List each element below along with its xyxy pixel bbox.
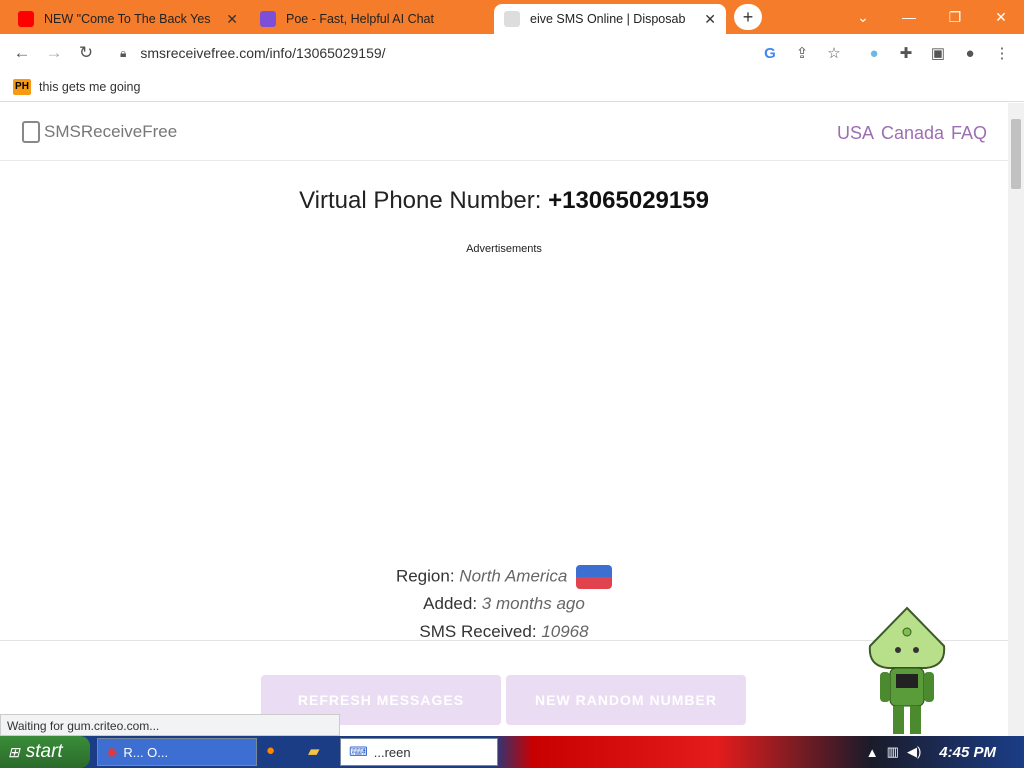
bookmarks-bar: PH this gets me going [0, 72, 1024, 102]
phone-number: +13065029159 [548, 187, 709, 214]
taskbar: ⊞ start ◉ R... O... ● ▰ ⌨ ...reen ▲ ▥ ◀)… [0, 736, 1024, 768]
menu-icon[interactable]: ⋮ [992, 43, 1012, 63]
tab-search-icon[interactable]: ⌄ [840, 0, 886, 34]
phone-logo-icon [22, 121, 40, 143]
url-text[interactable]: smsreceivefree.com/info/13065029159/ [140, 45, 385, 61]
site-logo[interactable]: SMSReceiveFree [22, 121, 177, 143]
added-line: Added: 3 months ago [0, 594, 1008, 614]
tab-title: NEW "Come To The Back Yes [44, 12, 211, 26]
google-icon[interactable]: G [760, 43, 780, 63]
clock[interactable]: 4:45 PM [939, 744, 996, 761]
close-window-button[interactable]: ✕ [978, 0, 1024, 34]
divider [0, 640, 1008, 641]
flag-icon [576, 565, 613, 589]
added-label: Added: [423, 594, 478, 613]
share-icon[interactable]: ⇪ [792, 43, 812, 63]
firefox-icon[interactable]: ● [266, 742, 275, 759]
system-tray: ▲ ▥ ◀) 4:45 PM [854, 736, 1024, 768]
volume-icon[interactable]: ◀) [907, 744, 921, 760]
start-button[interactable]: ⊞ start [0, 736, 90, 768]
lock-icon: 🔒︎ [120, 45, 127, 60]
tab-youtube[interactable]: NEW "Come To The Back Yes ✕ [8, 4, 248, 34]
restore-button[interactable]: ❐ [932, 0, 978, 34]
back-icon[interactable]: ← [10, 41, 34, 65]
nav-link-faq[interactable]: FAQ [951, 123, 987, 144]
extensions-icon[interactable]: ✚ [896, 43, 916, 63]
new-random-number-button[interactable]: NEW RANDOM NUMBER [506, 675, 746, 725]
bookmark-item[interactable]: this gets me going [39, 80, 140, 94]
network-icon[interactable]: ▥ [887, 744, 899, 760]
forward-icon[interactable]: → [42, 41, 66, 65]
status-bubble: Waiting for gum.criteo.com... [0, 714, 340, 736]
scrollbar-thumb[interactable] [1011, 119, 1021, 189]
site-header: SMSReceiveFree USA Canada FAQ [0, 103, 1008, 161]
browser-toolbar: ← → ↻ 🔒︎ smsreceivefree.com/info/1306502… [0, 34, 1024, 72]
reload-icon[interactable]: ↻ [74, 41, 98, 65]
page-title: Virtual Phone Number: +13065029159 [0, 187, 1008, 215]
windows-logo-icon: ⊞ [8, 743, 20, 760]
address-bar[interactable]: 🔒︎ smsreceivefree.com/info/13065029159/ [110, 37, 850, 69]
tab-strip: NEW "Come To The Back Yes ✕ Poe - Fast, … [0, 0, 1024, 34]
task-label: ...reen [373, 744, 411, 760]
close-icon[interactable]: ✕ [226, 11, 238, 28]
tab-smsreceivefree[interactable]: eive SMS Online | Disposab ✕ [494, 4, 726, 34]
logo-text: SMSReceiveFree [44, 122, 178, 141]
folder-icon[interactable]: ▰ [308, 742, 320, 760]
taskbar-chrome[interactable]: ◉ R... O... [97, 738, 257, 766]
bookmark-star-icon[interactable]: ☆ [824, 43, 844, 63]
nav-link-usa[interactable]: USA [837, 123, 874, 144]
sms-label: SMS Received: [419, 622, 537, 641]
region-label: Region: [395, 566, 455, 586]
bookmark-favicon: PH [13, 78, 31, 95]
title-prefix: Virtual Phone Number: [299, 187, 542, 214]
tab-title: Poe - Fast, Helpful AI Chat [286, 12, 434, 26]
keyboard-icon: ⌨ [349, 744, 368, 759]
tab-poe[interactable]: Poe - Fast, Helpful AI Chat [250, 4, 490, 34]
added-value: 3 months ago [481, 594, 585, 613]
extension-flag-icon[interactable]: ● [864, 43, 884, 63]
character-sticker [868, 606, 946, 734]
tray-expand-icon[interactable]: ▲ [866, 745, 879, 760]
taskbar-onscreen-keyboard[interactable]: ⌨ ...reen [340, 738, 498, 766]
side-panel-icon[interactable]: ▣ [928, 43, 948, 63]
region-line: Region: North America [0, 565, 1008, 589]
chrome-icon: ◉ [106, 744, 118, 759]
minimize-button[interactable]: — [886, 0, 932, 34]
ads-label: Advertisements [466, 243, 542, 255]
nav-link-canada[interactable]: Canada [881, 123, 944, 144]
tab-title: eive SMS Online | Disposab [530, 12, 686, 26]
sms-value: 10968 [541, 622, 589, 641]
page-content: SMSReceiveFree USA Canada FAQ Virtual Ph… [0, 103, 1008, 736]
scrollbar[interactable] [1008, 103, 1024, 736]
new-tab-button[interactable]: + [734, 4, 762, 30]
youtube-icon [18, 11, 34, 27]
poe-icon [260, 11, 276, 27]
task-label: R... O... [123, 744, 169, 760]
close-icon[interactable]: ✕ [704, 11, 716, 28]
sms-icon [504, 11, 520, 27]
sms-received-line: SMS Received: 10968 [0, 622, 1008, 642]
start-label: start [25, 741, 63, 762]
region-value: North America [459, 566, 568, 586]
profile-icon[interactable]: ● [960, 43, 980, 63]
